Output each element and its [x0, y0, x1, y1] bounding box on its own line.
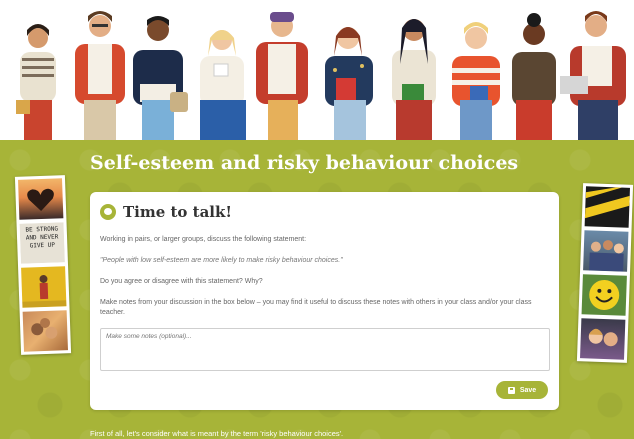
- person-yellow-wall-photo: [21, 266, 67, 308]
- group-people-icon: [589, 240, 624, 272]
- save-button[interactable]: Save: [496, 381, 548, 399]
- photo-strip-right: [576, 183, 634, 363]
- person-figure-icon: [22, 274, 67, 308]
- heart-hands-photo: [18, 178, 64, 220]
- hands-together-photo: [22, 310, 68, 352]
- notes-instructions: Make notes from your discussion in the b…: [100, 299, 532, 316]
- floppy-disk-icon: [507, 386, 515, 394]
- caution-tape-photo: [584, 186, 630, 228]
- person-illustration: [16, 24, 56, 140]
- notes-textarea[interactable]: [100, 328, 550, 371]
- hands-icon: [31, 317, 58, 339]
- page-title: Self-esteem and risky behaviour choices: [90, 152, 519, 174]
- photo-strip-left: BE STRONG AND NEVER GIVE UP: [14, 175, 72, 355]
- card-title: Time to talk!: [123, 203, 232, 221]
- people-illustration: [16, 11, 626, 140]
- friends-icon: [588, 328, 618, 347]
- time-to-talk-card: Time to talk! Working in pairs, or large…: [90, 192, 559, 410]
- save-button-label: Save: [519, 386, 537, 394]
- smiley-face-icon: [589, 279, 620, 310]
- be-strong-sign-photo: BE STRONG AND NEVER GIVE UP: [19, 222, 65, 264]
- intro-footer-text: First of all, let's consider what is mea…: [90, 429, 344, 438]
- discussion-question: Do you agree or disagree with this state…: [100, 278, 263, 285]
- friends-selfie-photo: [580, 318, 626, 360]
- people-illustration-banner: [0, 0, 634, 140]
- discussion-statement: "People with low self-esteem are more li…: [100, 257, 343, 264]
- heart-hands-icon: [27, 188, 54, 212]
- smiley-ball-photo: [581, 274, 627, 316]
- group-people-photo: [583, 230, 629, 272]
- speech-bubble-icon: [100, 204, 116, 220]
- card-header: Time to talk!: [100, 203, 232, 221]
- intro-text: Working in pairs, or larger groups, disc…: [100, 236, 307, 243]
- activity-section: Self-esteem and risky behaviour choices …: [0, 140, 634, 439]
- caution-tape-icon: [584, 187, 630, 219]
